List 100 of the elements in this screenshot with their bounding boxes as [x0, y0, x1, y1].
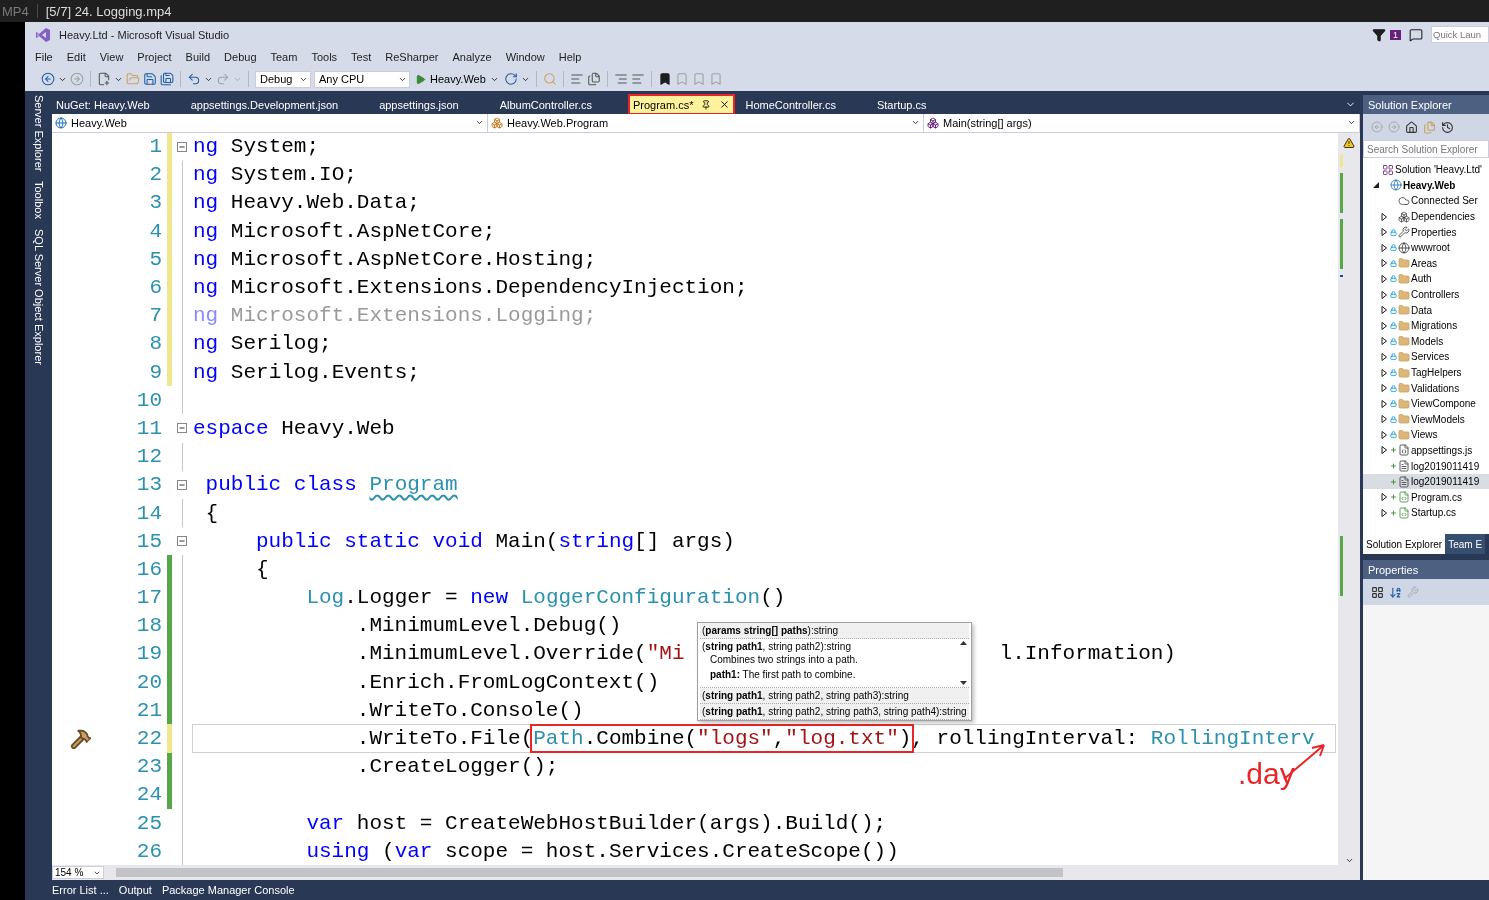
- menu-item[interactable]: Team: [263, 51, 305, 63]
- editor-tab[interactable]: appsettings.Development.json: [186, 95, 369, 114]
- scroll-arrows-icon[interactable]: [959, 640, 967, 685]
- collapse-icon[interactable]: [177, 536, 187, 547]
- collapsed-arrow-icon[interactable]: [1381, 430, 1388, 439]
- tree-item[interactable]: wwwroot: [1363, 239, 1489, 256]
- editor-tab[interactable]: appsettings.json: [375, 95, 489, 114]
- configuration-dropdown[interactable]: Debug: [255, 70, 311, 88]
- collapse-icon[interactable]: [177, 141, 187, 152]
- home-icon[interactable]: [1405, 120, 1418, 134]
- tree-item[interactable]: Connected Ser: [1363, 193, 1489, 209]
- collapsed-arrow-icon[interactable]: [1381, 508, 1388, 517]
- collapsed-arrow-icon[interactable]: [1381, 493, 1388, 502]
- collapse-icon[interactable]: [177, 423, 187, 434]
- tree-item[interactable]: Data: [1363, 302, 1489, 318]
- pin-icon[interactable]: [701, 99, 712, 110]
- menu-item[interactable]: File: [28, 51, 60, 63]
- collapsed-arrow-icon[interactable]: [1381, 415, 1388, 424]
- editor-tab[interactable]: NuGet: Heavy.Web: [52, 95, 180, 114]
- editor-tab[interactable]: Program.cs*: [628, 95, 735, 114]
- close-icon[interactable]: [719, 99, 731, 110]
- save-icon[interactable]: [143, 72, 157, 86]
- tree-item[interactable]: Services: [1363, 349, 1489, 365]
- tree-item[interactable]: ViewModels: [1363, 411, 1489, 428]
- bottom-tab[interactable]: Output: [118, 884, 152, 896]
- menu-item[interactable]: Build: [178, 51, 218, 63]
- tree-item[interactable]: Startup.cs: [1363, 505, 1489, 521]
- panel-tab[interactable]: Solution Explorer: [1363, 534, 1446, 554]
- collapse-icon[interactable]: [177, 479, 187, 490]
- bookmark-icon[interactable]: [657, 72, 672, 86]
- panel-tab[interactable]: Team E: [1445, 534, 1486, 554]
- tree-item[interactable]: appsettings.js: [1363, 442, 1489, 459]
- collapsed-arrow-icon[interactable]: [1381, 290, 1388, 299]
- hammer-icon[interactable]: [70, 727, 92, 750]
- tree-item[interactable]: Heavy.Web: [1363, 177, 1489, 194]
- tree-item[interactable]: log2019011419: [1363, 458, 1489, 474]
- tree-item[interactable]: Migrations: [1363, 317, 1489, 334]
- menu-item[interactable]: Analyze: [445, 51, 499, 63]
- tree-item[interactable]: Validations: [1363, 380, 1489, 396]
- collapsed-arrow-icon[interactable]: [1381, 352, 1388, 361]
- tree-item[interactable]: Views: [1363, 427, 1489, 443]
- history-icon[interactable]: [1441, 120, 1454, 134]
- menu-item[interactable]: Test: [344, 51, 379, 63]
- tree-item[interactable]: Areas: [1363, 255, 1489, 272]
- editor-tab[interactable]: AlbumController.cs: [495, 95, 622, 114]
- tree-item[interactable]: Program.cs: [1363, 489, 1489, 506]
- tree-item[interactable]: Dependencies: [1363, 208, 1489, 225]
- quick-launch-field[interactable]: Quick Laun: [1431, 26, 1489, 43]
- tree-item[interactable]: Solution 'Heavy.Ltd': [1363, 162, 1489, 178]
- back-icon[interactable]: [41, 72, 55, 86]
- collapsed-arrow-icon[interactable]: [1381, 259, 1388, 268]
- editor-tab[interactable]: HomeController.cs: [741, 95, 866, 114]
- tree-item[interactable]: Properties: [1363, 224, 1489, 240]
- menu-item[interactable]: Window: [498, 51, 552, 63]
- collapsed-arrow-icon[interactable]: [1381, 337, 1388, 346]
- menu-item[interactable]: View: [92, 51, 131, 63]
- undo-icon[interactable]: [187, 72, 201, 86]
- navigation-dropdown[interactable]: Main(string[] args): [924, 114, 1360, 132]
- collapsed-arrow-icon[interactable]: [1381, 399, 1388, 408]
- documents-icon[interactable]: [586, 72, 601, 86]
- tree-item[interactable]: ViewCompone: [1363, 395, 1489, 412]
- tree-item[interactable]: Auth: [1363, 271, 1489, 287]
- search-field[interactable]: Search Solution Explorer: [1363, 140, 1489, 158]
- tree-item[interactable]: Controllers: [1363, 286, 1489, 303]
- categorized-icon[interactable]: [1371, 585, 1384, 599]
- bottom-tab[interactable]: Error List ...: [52, 884, 109, 896]
- tree-item[interactable]: TagHelpers: [1363, 364, 1489, 381]
- collapsed-arrow-icon[interactable]: [1381, 446, 1388, 455]
- vertical-scrollbar[interactable]: [1338, 132, 1360, 866]
- tree-item[interactable]: log2019011419: [1363, 473, 1489, 490]
- sort-icon[interactable]: [1389, 585, 1402, 599]
- new-file-icon[interactable]: [97, 72, 111, 86]
- menu-item[interactable]: Edit: [59, 51, 93, 63]
- collapsed-arrow-icon[interactable]: [1381, 384, 1388, 393]
- collapsed-arrow-icon[interactable]: [1381, 368, 1388, 377]
- collapsed-arrow-icon[interactable]: [1381, 212, 1388, 221]
- filter-icon[interactable]: [1372, 27, 1386, 42]
- save-all-icon[interactable]: [160, 72, 174, 86]
- navigation-dropdown[interactable]: Heavy.Web.Program: [488, 114, 924, 132]
- menu-item[interactable]: Project: [130, 51, 179, 63]
- bottom-tab[interactable]: Package Manager Console: [161, 884, 295, 896]
- menu-item[interactable]: ReSharper: [378, 51, 446, 63]
- collapsed-arrow-icon[interactable]: [1381, 228, 1388, 237]
- collapsed-arrow-icon[interactable]: [1381, 306, 1388, 315]
- platform-dropdown[interactable]: Any CPU: [314, 70, 410, 88]
- start-button[interactable]: Heavy.Web: [413, 73, 501, 85]
- menu-item[interactable]: Tools: [304, 51, 345, 63]
- navigation-dropdown[interactable]: Heavy.Web: [52, 114, 488, 132]
- refresh-icon[interactable]: [503, 72, 518, 86]
- zoom-dropdown[interactable]: 154 %: [52, 866, 104, 880]
- side-tab[interactable]: Server Explorer: [32, 95, 45, 172]
- collapsed-arrow-icon[interactable]: [1381, 243, 1388, 252]
- switch-views-icon[interactable]: [1423, 120, 1436, 134]
- side-tab[interactable]: SQL Server Object Explorer: [32, 229, 45, 366]
- expanded-arrow-icon[interactable]: [1373, 181, 1380, 190]
- collapsed-arrow-icon[interactable]: [1381, 321, 1388, 330]
- menu-item[interactable]: Debug: [217, 51, 264, 63]
- tree-item[interactable]: Models: [1363, 333, 1489, 350]
- menu-item[interactable]: Help: [551, 51, 589, 63]
- collapsed-arrow-icon[interactable]: [1381, 274, 1388, 283]
